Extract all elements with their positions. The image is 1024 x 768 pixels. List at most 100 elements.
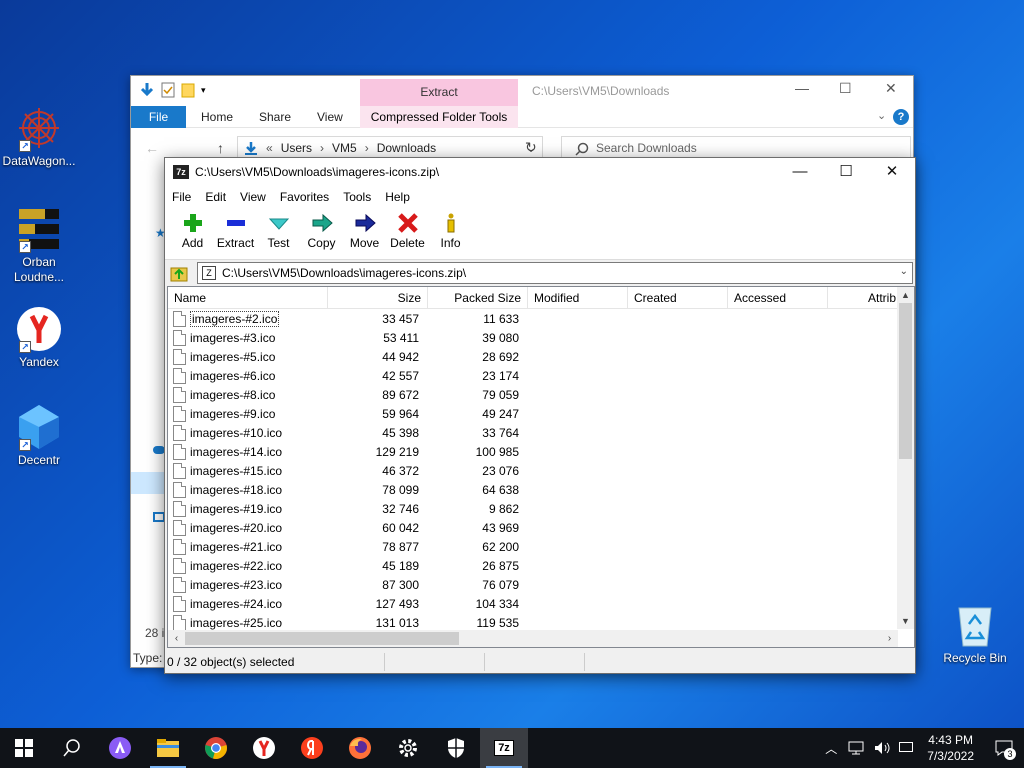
chevron-up-icon[interactable]: ︿ (825, 740, 837, 757)
close-button[interactable]: ✕ (869, 158, 915, 186)
taskbar-yandex[interactable] (288, 728, 336, 768)
taskbar-settings[interactable] (384, 728, 432, 768)
taskbar-chrome[interactable] (192, 728, 240, 768)
scroll-left-icon[interactable]: ‹ (168, 630, 185, 647)
file-list[interactable]: Name Size Packed Size Modified Created A… (167, 286, 915, 648)
maximize-button[interactable]: ☐ (823, 158, 869, 186)
qat-dropdown-icon[interactable]: ▾ (201, 85, 206, 96)
extract-button[interactable]: Extract (214, 208, 257, 259)
table-row[interactable]: imageres-#3.ico 53 411 39 080 (168, 328, 914, 347)
clock[interactable]: 4:43 PM 7/3/2022 (927, 732, 974, 764)
taskbar-windows-security[interactable] (432, 728, 480, 768)
menu-help[interactable]: Help (378, 190, 417, 204)
menu-edit[interactable]: Edit (198, 190, 233, 204)
column-name[interactable]: Name (168, 287, 328, 308)
tab-view[interactable]: View (317, 110, 343, 124)
tab-share[interactable]: Share (259, 110, 291, 124)
network-icon[interactable] (847, 740, 865, 756)
delete-button[interactable]: Delete (386, 208, 429, 259)
arrow-down-icon[interactable] (139, 82, 155, 98)
up-folder-icon[interactable] (169, 263, 189, 283)
breadcrumb-vm5[interactable]: VM5 (332, 141, 357, 155)
new-folder-icon[interactable] (181, 82, 195, 98)
back-arrow-icon[interactable]: ← (145, 140, 159, 156)
menu-file[interactable]: File (165, 190, 198, 204)
up-arrow-icon[interactable]: ↑ (217, 140, 224, 156)
minimize-icon[interactable]: — (795, 80, 809, 96)
notifications-button[interactable]: 3 (984, 728, 1024, 768)
menu-view[interactable]: View (233, 190, 273, 204)
refresh-icon[interactable]: ↻ (525, 139, 545, 159)
start-button[interactable] (0, 728, 48, 768)
menu-tools[interactable]: Tools (336, 190, 378, 204)
table-row[interactable]: imageres-#2.ico 33 457 11 633 (168, 309, 914, 328)
horizontal-scroll-thumb[interactable] (185, 632, 459, 645)
desktop-icon-datawagon[interactable]: ↗ DataWagon... (1, 104, 77, 169)
table-row[interactable]: imageres-#15.ico 46 372 23 076 (168, 461, 914, 480)
desktop-icon-yandex[interactable]: ↗ Yandex (1, 305, 77, 370)
volume-icon[interactable] (873, 740, 891, 756)
chevron-down-icon[interactable]: ⌄ (900, 266, 908, 277)
tab-file[interactable]: File (131, 106, 186, 128)
language-indicator[interactable] (899, 741, 914, 755)
column-accessed[interactable]: Accessed (728, 287, 828, 308)
table-row[interactable]: imageres-#10.ico 45 398 33 764 (168, 423, 914, 442)
scroll-up-icon[interactable]: ▲ (897, 287, 914, 303)
menu-favorites[interactable]: Favorites (273, 190, 336, 204)
info-icon (447, 213, 454, 233)
this-pc-icon[interactable] (131, 472, 165, 494)
breadcrumb-users[interactable]: Users (281, 141, 312, 155)
column-attributes[interactable]: Attrib (828, 287, 902, 308)
tab-compressed-folder-tools[interactable]: Compressed Folder Tools (360, 106, 518, 128)
column-packed-size[interactable]: Packed Size (428, 287, 528, 308)
table-row[interactable]: imageres-#21.ico 78 877 62 200 (168, 537, 914, 556)
table-row[interactable]: imageres-#14.ico 129 219 100 985 (168, 442, 914, 461)
table-row[interactable]: imageres-#19.ico 32 746 9 862 (168, 499, 914, 518)
file-name: imageres-#22.ico (190, 558, 283, 573)
address-combobox[interactable]: Z C:\Users\VM5\Downloads\imageres-icons.… (197, 262, 913, 284)
move-button[interactable]: Move (343, 208, 386, 259)
breadcrumb-separator-icon: › (320, 141, 325, 155)
taskbar-alice-assistant[interactable] (96, 728, 144, 768)
search-button[interactable] (48, 728, 96, 768)
table-row[interactable]: imageres-#6.ico 42 557 23 174 (168, 366, 914, 385)
recycle-bin-label: Recycle Bin (943, 651, 1007, 665)
table-row[interactable]: imageres-#8.ico 89 672 79 059 (168, 385, 914, 404)
properties-icon[interactable] (161, 82, 175, 98)
table-row[interactable]: imageres-#18.ico 78 099 64 638 (168, 480, 914, 499)
breadcrumb-downloads[interactable]: Downloads (377, 141, 436, 155)
taskbar-firefox[interactable] (336, 728, 384, 768)
desktop-icon-orban[interactable]: ↗ Orban Loudne... (1, 205, 77, 285)
tab-home[interactable]: Home (201, 110, 233, 124)
taskbar-7zip[interactable]: 7z (480, 728, 528, 768)
test-button[interactable]: Test (257, 208, 300, 259)
table-row[interactable]: imageres-#23.ico 87 300 76 079 (168, 575, 914, 594)
extract-contextual-tab[interactable]: Extract (360, 79, 518, 106)
vertical-scrollbar[interactable]: ▲ ▼ (897, 287, 914, 629)
desktop-icon-decentr[interactable]: ↗ Decentr (1, 403, 77, 468)
7zip-file-manager-window[interactable]: 7z C:\Users\VM5\Downloads\imageres-icons… (164, 157, 916, 674)
taskbar-file-explorer[interactable] (144, 728, 192, 768)
help-icon[interactable]: ? (893, 109, 909, 125)
close-icon[interactable]: ✕ (885, 80, 897, 97)
maximize-icon[interactable]: ☐ (839, 80, 852, 97)
column-created[interactable]: Created (628, 287, 728, 308)
desktop-icon-recycle-bin[interactable]: Recycle Bin (940, 600, 1010, 665)
scroll-right-icon[interactable]: › (881, 630, 898, 647)
info-button[interactable]: Info (429, 208, 472, 259)
taskbar-yandex-browser[interactable] (240, 728, 288, 768)
table-row[interactable]: imageres-#20.ico 60 042 43 969 (168, 518, 914, 537)
column-size[interactable]: Size (328, 287, 428, 308)
table-row[interactable]: imageres-#5.ico 44 942 28 692 (168, 347, 914, 366)
scroll-down-icon[interactable]: ▼ (897, 613, 914, 629)
ribbon-expand-icon[interactable]: ⌄ (877, 109, 886, 122)
table-row[interactable]: imageres-#24.ico 127 493 104 334 (168, 594, 914, 613)
horizontal-scrollbar[interactable]: ‹ › (168, 630, 898, 647)
add-button[interactable]: Add (171, 208, 214, 259)
copy-button[interactable]: Copy (300, 208, 343, 259)
minimize-button[interactable]: — (777, 158, 823, 186)
table-row[interactable]: imageres-#9.ico 59 964 49 247 (168, 404, 914, 423)
table-row[interactable]: imageres-#22.ico 45 189 26 875 (168, 556, 914, 575)
column-modified[interactable]: Modified (528, 287, 628, 308)
vertical-scroll-thumb[interactable] (899, 303, 912, 459)
